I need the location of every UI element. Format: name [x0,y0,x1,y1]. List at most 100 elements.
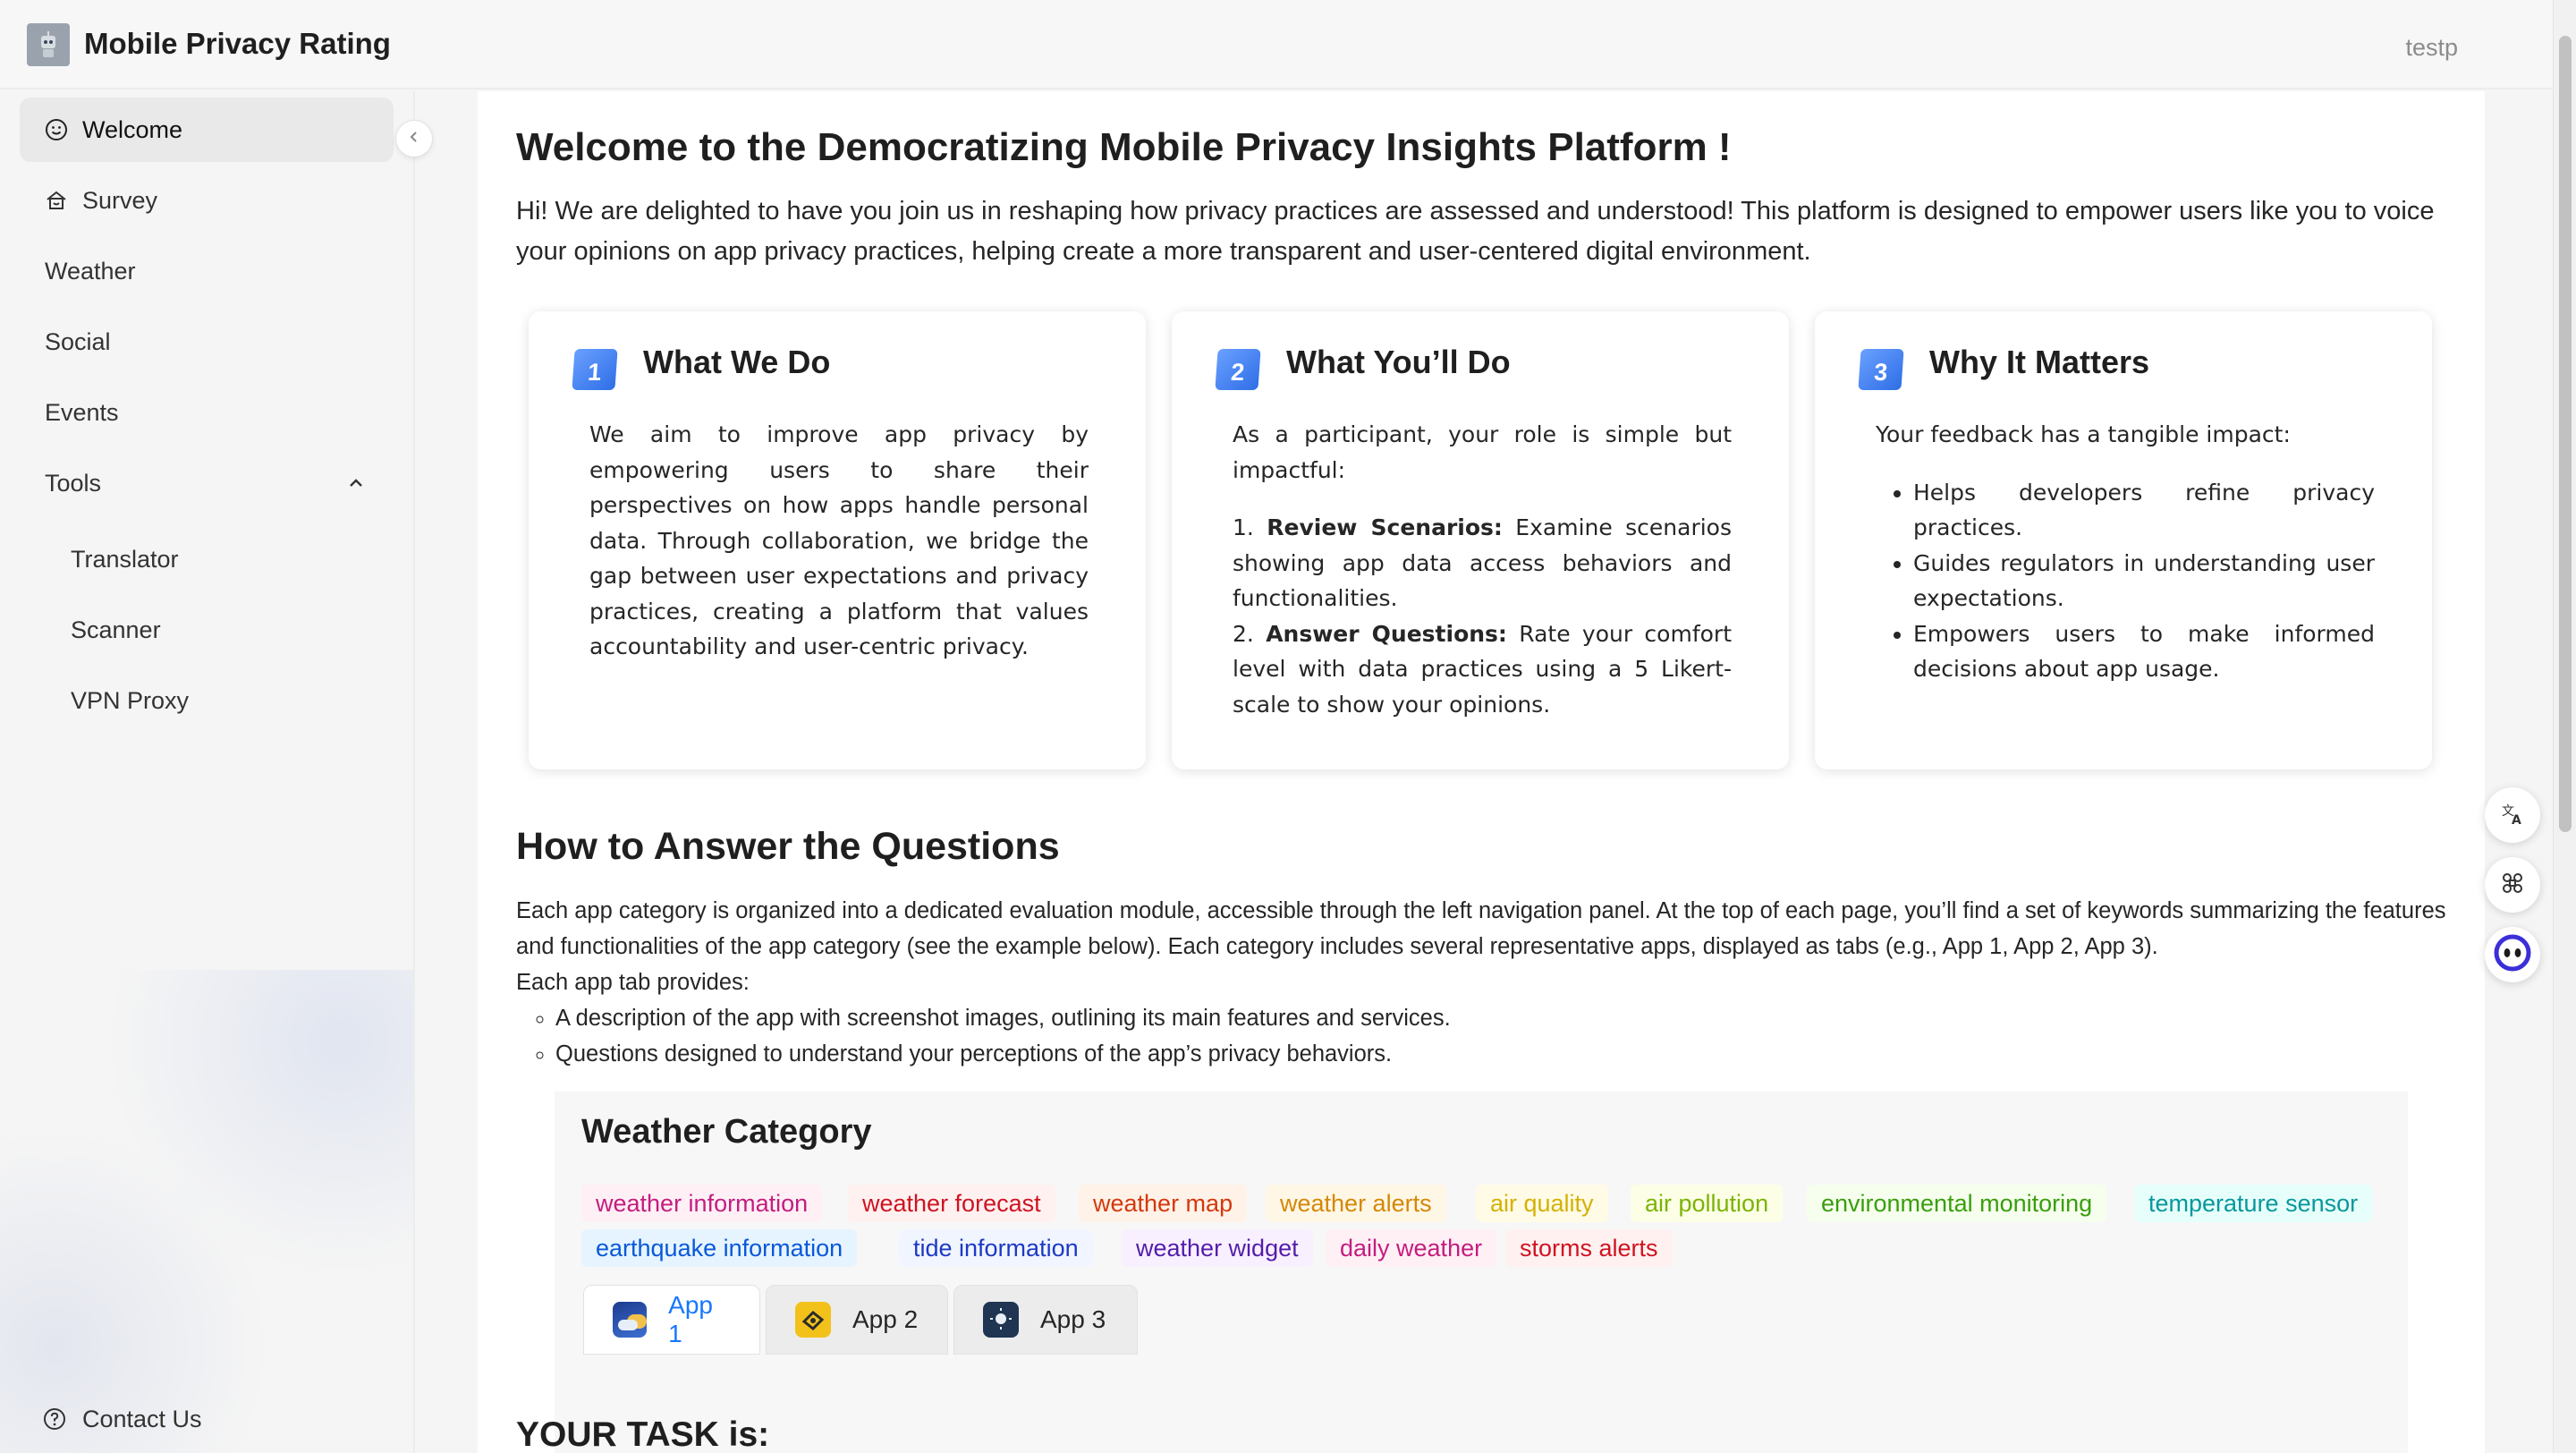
step-number-badge: 3 [1858,349,1904,390]
card-body: We aim to improve app privacy by empower… [589,417,1089,665]
contact-us-link[interactable]: Contact Us [43,1406,202,1433]
card-title: What We Do [643,344,831,380]
sidebar-item-label: Scanner [71,616,161,643]
sidebar-item-tools[interactable]: Tools [20,451,394,515]
step-number: 1. [1233,514,1254,540]
sidebar-item-translator[interactable]: Translator [20,527,394,591]
keyword-tag: weather forecast [848,1185,1055,1222]
keyword-tag: weather information [581,1185,823,1222]
card-why-it-matters: 3 Why It Matters Your feedback has a tan… [1815,311,2432,769]
page-title: Welcome to the Democratizing Mobile Priv… [516,125,1732,169]
tab-app-2[interactable]: App 2 [766,1285,948,1355]
page-scrollbar[interactable] [2553,0,2576,1453]
tab-label: App 2 [852,1305,919,1333]
right-gutter [2485,91,2553,1453]
list-item: Empowers users to make informed decision… [1913,616,2375,687]
keyword-tag: air quality [1476,1185,1608,1222]
command-button[interactable] [2485,857,2540,913]
svg-text:A: A [2512,813,2521,827]
sidebar-item-survey[interactable]: Survey [20,168,394,233]
weather-app-icon [613,1302,648,1338]
list-item: A description of the app with screenshot… [555,1000,2448,1036]
assistant-button[interactable] [2485,927,2540,982]
card-what-youll-do: 2 What You’ll Do As a participant, your … [1172,311,1789,769]
question-circle-icon [43,1407,68,1432]
tab-app-1[interactable]: App 1 [583,1285,760,1355]
sidebar-item-social[interactable]: Social [20,310,394,374]
card-lead: Your feedback has a tangible impact: [1876,421,2291,447]
task-heading: YOUR TASK is: [516,1415,770,1453]
tab-app-3[interactable]: App 3 [953,1285,1138,1355]
sidebar-item-label: Survey [82,186,158,214]
command-icon [2499,870,2526,901]
sidebar-item-scanner[interactable]: Scanner [20,598,394,662]
keyword-tag: storms alerts [1505,1229,1673,1267]
keyword-tag: weather alerts [1266,1185,1446,1222]
keyword-tag: weather widget [1122,1229,1313,1267]
keyword-tag: environmental monitoring [1807,1185,2107,1222]
user-name[interactable]: testp [2405,34,2458,62]
weather-app-icon [795,1302,831,1338]
sidebar-item-label: Weather [45,257,136,285]
keyword-tag: weather map [1079,1185,1248,1222]
main-content: Welcome to the Democratizing Mobile Priv… [478,91,2485,1453]
card-body: Your feedback has a tangible impact: Hel… [1876,417,2375,687]
howto-list: A description of the app with screenshot… [516,1000,2448,1072]
card-step-2: 2. Answer Questions: Rate your comfort l… [1233,616,1732,723]
step-number-badge: 1 [572,349,618,390]
smile-icon [43,116,70,143]
sidebar: Welcome Survey Weather Social Events Too… [0,91,415,1453]
sidebar-item-label: Translator [71,545,179,573]
category-title: Weather Category [581,1113,872,1151]
list-item: Helps developers refine privacy practice… [1913,475,2375,546]
translate-button[interactable]: 文A [2485,787,2540,843]
keyword-tag: daily weather [1326,1229,1497,1267]
step-label: Answer Questions: [1266,620,1507,647]
step-number-badge: 2 [1215,349,1261,390]
sidebar-item-label: VPN Proxy [71,686,190,714]
keyword-tag: temperature sensor [2134,1185,2373,1222]
howto-lead: Each app tab provides: [516,970,750,995]
sidebar-item-label: Welcome [82,115,183,143]
keyword-tag: tide information [899,1229,1093,1267]
howto-content: Each app category is organized into a de… [516,893,2448,1072]
translate-icon: 文A [2499,800,2526,831]
app-logo [27,23,70,66]
card-step-1: 1. Review Scenarios: Examine scenarios s… [1233,510,1732,616]
home-icon [43,187,70,214]
sidebar-item-label: Social [45,327,111,355]
sidebar-item-vpn-proxy[interactable]: VPN Proxy [20,668,394,733]
sidebar-item-events[interactable]: Events [20,380,394,445]
howto-paragraph: Each app category is organized into a de… [516,898,2446,959]
weather-app-icon [983,1302,1019,1338]
sidebar-item-label: Tools [45,469,102,497]
card-text: We aim to improve app privacy by empower… [589,421,1089,659]
sidebar-item-label: Events [45,398,119,426]
keyword-tag: air pollution [1631,1185,1784,1222]
card-body: As a participant, your role is simple bu… [1233,417,1732,722]
sidebar-item-welcome[interactable]: Welcome [20,98,394,162]
card-lead: As a participant, your role is simple bu… [1233,421,1732,483]
section-title-how-to: How to Answer the Questions [516,825,1060,868]
keyword-tag: earthquake information [581,1229,858,1267]
sidebar-item-weather[interactable]: Weather [20,239,394,303]
tab-label: App 1 [668,1291,713,1347]
app-title: Mobile Privacy Rating [84,27,391,60]
sidebar-background-pattern [0,970,413,1453]
chevron-left-icon [406,129,422,149]
weather-category-example: Weather Category weather information wea… [555,1092,2408,1453]
scrollbar-thumb[interactable] [2559,36,2572,832]
card-title: Why It Matters [1929,344,2150,380]
collapse-sidebar-button[interactable] [395,120,433,157]
card-what-we-do: 1 What We Do We aim to improve app priva… [529,311,1146,769]
list-item: Guides regulators in understanding user … [1913,546,2375,616]
list-item: Questions designed to understand your pe… [555,1036,2448,1072]
tab-label: App 3 [1040,1305,1106,1333]
contact-us-label: Contact Us [82,1406,202,1432]
card-title: What You’ll Do [1286,344,1511,380]
step-number: 2. [1233,620,1254,647]
step-label: Review Scenarios: [1267,514,1503,540]
impact-list: Helps developers refine privacy practice… [1876,475,2375,687]
top-header: Mobile Privacy Rating testp [0,0,2553,89]
chevron-up-icon [345,472,367,494]
